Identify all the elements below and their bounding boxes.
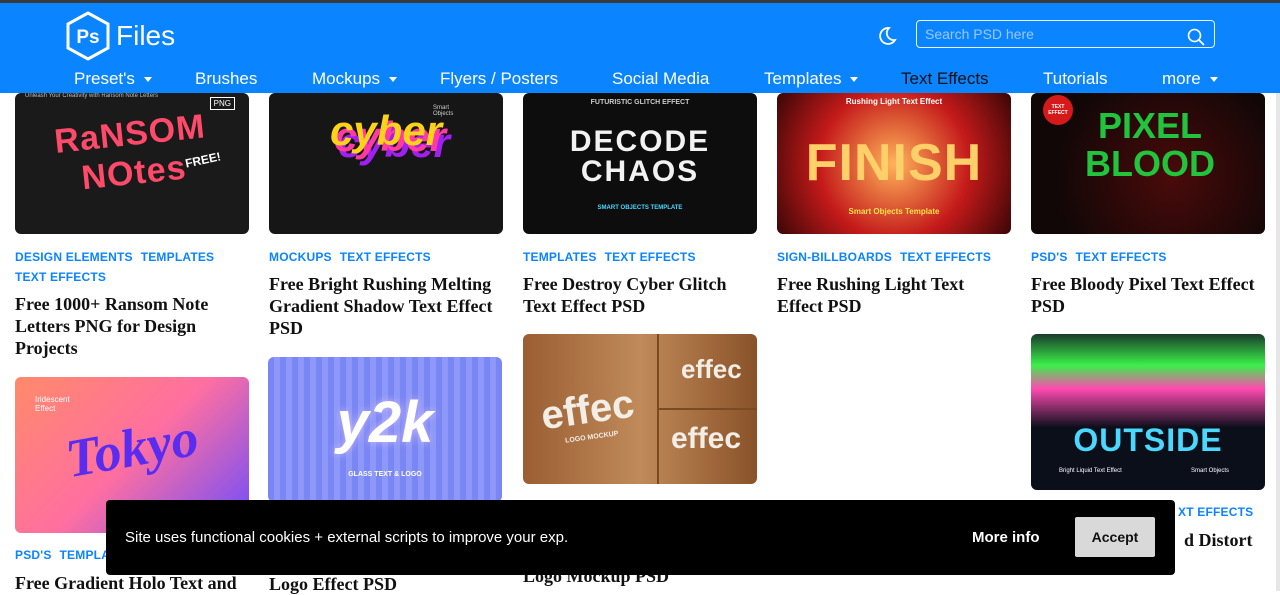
post-thumbnail[interactable]: Rushing Light Text Effect FINISH Smart O… <box>777 93 1011 234</box>
nav-item-presets[interactable]: Preset's <box>74 65 152 93</box>
panel-divider <box>659 408 757 410</box>
thumb-subtitle: Iridescent Effect <box>35 395 70 413</box>
tag-link[interactable]: MOCKUPS <box>269 250 332 264</box>
tag-link[interactable]: XT EFFECTS <box>1178 505 1253 519</box>
nav-label: Flyers / Posters <box>440 69 559 88</box>
thumb-title-3: effec <box>671 422 742 455</box>
nav-item-social-media[interactable]: Social Media <box>612 65 709 93</box>
thumb-title: y2k <box>336 390 434 455</box>
thumb-title-2: effec <box>681 354 742 384</box>
thumb-title: OUTSIDE <box>1073 422 1223 458</box>
nav-item-mockups[interactable]: Mockups <box>312 65 398 93</box>
post-thumbnail[interactable]: TEXT EFFECT PIXEL BLOOD <box>1031 93 1265 234</box>
chevron-down-icon <box>389 76 398 82</box>
main-nav: Preset's Brushes Mockups Flyers / Poster… <box>0 65 1280 93</box>
chevron-down-icon <box>850 76 859 82</box>
nav-label: Text Effects <box>901 69 989 88</box>
tag-link[interactable]: TEXT EFFECTS <box>1076 250 1167 264</box>
tag-link[interactable]: TEMPLA <box>60 548 111 562</box>
thumb-title: DECODE CHAOS <box>569 125 711 188</box>
ps-hexagon-icon: Ps <box>66 11 110 61</box>
nav-label: Mockups <box>312 69 381 88</box>
post-tags: MOCKUPS TEXT EFFECTS <box>269 247 503 267</box>
search-input[interactable] <box>916 20 1215 48</box>
post-thumbnail[interactable]: OUTSIDE Bright Liquid Text Effect Smart … <box>1031 334 1265 490</box>
text-effect-badge: TEXT EFFECT <box>1043 95 1073 125</box>
tag-link[interactable]: SIGN-BILLBOARDS <box>777 250 892 264</box>
thumb-subtitle: Bright Liquid Text Effect <box>1059 468 1122 474</box>
tag-link[interactable]: PSD'S <box>1031 250 1068 264</box>
post-tags: SIGN-BILLBOARDS TEXT EFFECTS <box>777 247 1011 267</box>
thumb-title: effec <box>538 381 637 439</box>
post-tags: DESIGN ELEMENTS TEMPLATES TEXT EFFECTS <box>15 247 249 287</box>
scrollbar[interactable] <box>1276 93 1280 591</box>
tag-link[interactable]: TEMPLATES <box>523 250 597 264</box>
tag-link[interactable]: TEXT EFFECTS <box>340 250 431 264</box>
nav-label: more <box>1162 69 1201 88</box>
tag-link[interactable]: PSD'S <box>15 548 52 562</box>
nav-item-brushes[interactable]: Brushes <box>195 65 257 93</box>
thumb-subtitle-right: Smart Objects <box>1190 468 1229 474</box>
post-title[interactable]: Free 1000+ Ransom Note Letters PNG for D… <box>15 293 249 359</box>
post-thumbnail[interactable]: Unleash Your Creativity with Ransom Note… <box>15 93 249 234</box>
tag-link[interactable]: TEXT EFFECTS <box>900 250 991 264</box>
nav-item-tutorials[interactable]: Tutorials <box>1043 65 1108 93</box>
nav-item-templates[interactable]: Templates <box>764 65 859 93</box>
nav-item-text-effects[interactable]: Text Effects <box>901 65 989 93</box>
thumb-title: cyber <box>329 107 443 154</box>
thumb-title: PIXEL BLOOD <box>1085 105 1215 184</box>
thumb-subtitle: Unleash Your Creativity with Ransom Note… <box>25 93 159 99</box>
thumb-footer: Smart Objects Template <box>848 207 940 216</box>
tag-link[interactable]: TEXT EFFECTS <box>15 270 106 284</box>
thumb-subtitle: FUTURISTIC GLITCH EFFECT <box>590 99 690 106</box>
cookie-message: Site uses functional cookies + external … <box>125 529 569 546</box>
chevron-down-icon <box>143 76 152 82</box>
tag-link[interactable]: TEMPLATES <box>141 250 215 264</box>
cookie-banner: Site uses functional cookies + external … <box>106 500 1175 575</box>
post-tags: TEMPLATES TEXT EFFECTS <box>523 247 757 267</box>
chevron-down-icon <box>1209 76 1218 82</box>
post-title[interactable]: Logo Effect PSD <box>269 573 503 595</box>
post-title[interactable]: Free Rushing Light Text Effect PSD <box>777 273 1011 317</box>
post-tags: XT EFFECTS <box>1178 502 1268 522</box>
tag-link[interactable]: DESIGN ELEMENTS <box>15 250 133 264</box>
search-icon[interactable] <box>1187 28 1205 46</box>
nav-item-more[interactable]: more <box>1162 65 1218 93</box>
thumb-footer: SMART OBJECTS TEMPLATE <box>597 205 683 211</box>
nav-label: Brushes <box>195 69 258 88</box>
moon-icon[interactable] <box>879 27 897 45</box>
post-title[interactable]: Free Bloody Pixel Text Effect PSD <box>1031 273 1265 317</box>
logo-text: Files <box>116 20 176 51</box>
post-thumbnail[interactable]: effec LOGO MOCKUP effec effec <box>523 334 757 484</box>
post-tags: PSD'S TEXT EFFECTS <box>1031 247 1265 267</box>
post-title[interactable]: Free Bright Rushing Melting Gradient Sha… <box>269 273 503 339</box>
thumb-title: FINISH <box>805 134 983 192</box>
nav-label: Tutorials <box>1043 69 1108 88</box>
post-thumbnail[interactable]: y2k GLASS TEXT & LOGO <box>268 357 502 502</box>
nav-label: Templates <box>764 69 842 88</box>
post-thumbnail[interactable]: Smart Objects cyber <box>269 93 503 234</box>
nav-label: Preset's <box>74 69 135 88</box>
more-info-link[interactable]: More info <box>972 529 1040 546</box>
post-title[interactable]: Free Destroy Cyber Glitch Text Effect PS… <box>523 273 757 317</box>
nav-item-flyers-posters[interactable]: Flyers / Posters <box>440 65 558 93</box>
nav-label: Social Media <box>612 69 710 88</box>
post-title[interactable]: d Distort <box>1184 529 1274 551</box>
site-header: Ps Files Preset's Brushes Mockups Flyers… <box>0 3 1280 93</box>
thumb-subtitle: Rushing Light Text Effect <box>845 97 943 106</box>
tag-link[interactable]: TEXT EFFECTS <box>605 250 696 264</box>
accept-button[interactable]: Accept <box>1075 517 1155 557</box>
logo-badge-text: Ps <box>76 27 99 48</box>
site-logo[interactable]: Ps Files <box>64 11 175 61</box>
thumb-subtitle: GLASS TEXT & LOGO <box>348 471 422 478</box>
post-thumbnail[interactable]: FUTURISTIC GLITCH EFFECT DECODE CHAOS SM… <box>523 93 757 234</box>
